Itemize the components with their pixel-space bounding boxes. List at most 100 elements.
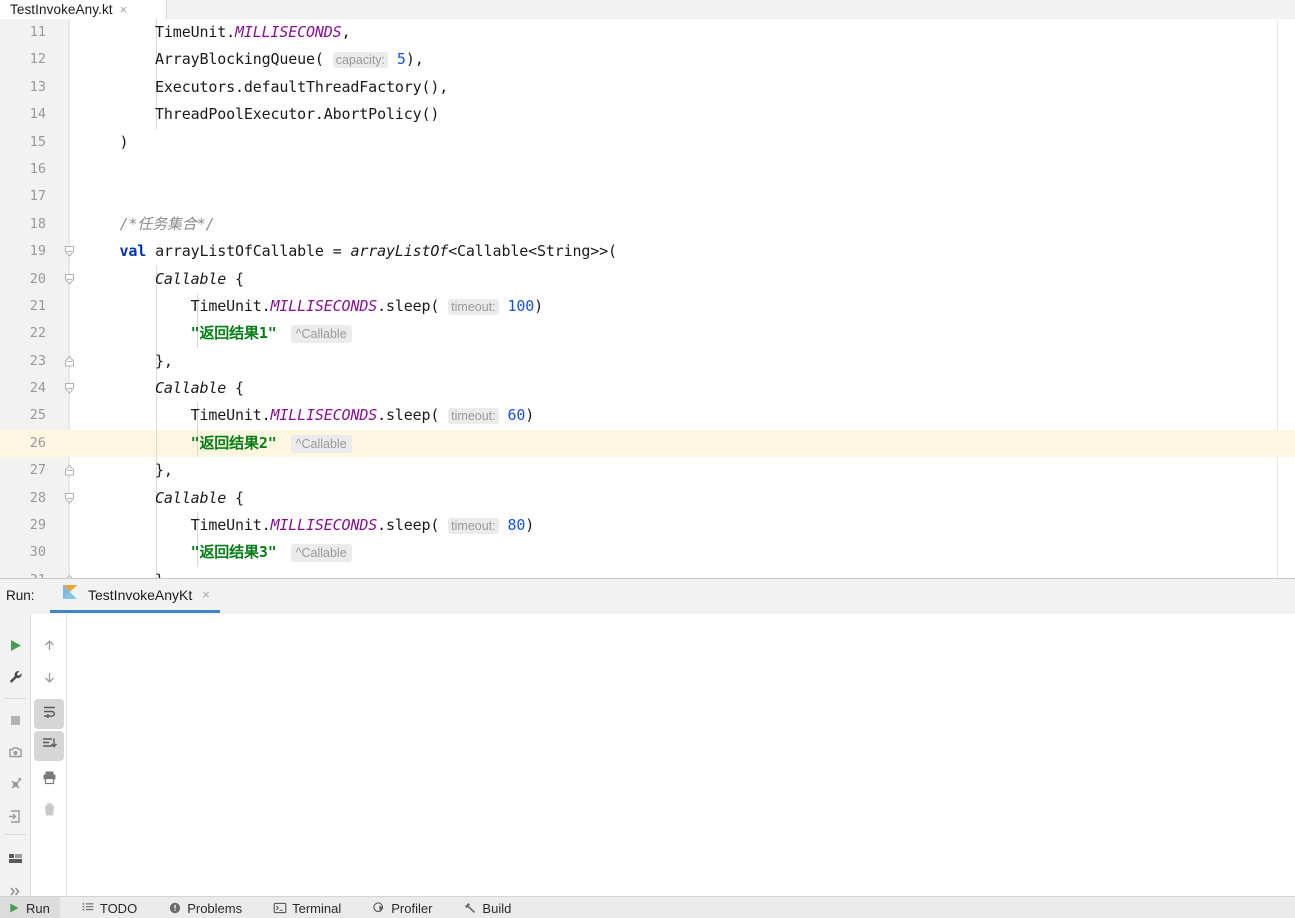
editor-line[interactable]: 21 TimeUnit.MILLISECONDS.sleep( timeout:…	[0, 292, 1295, 321]
parameter-hint: timeout:	[448, 518, 499, 535]
editor-line[interactable]: 17	[0, 183, 1295, 210]
status-bar-item-label: Terminal	[292, 900, 342, 916]
editor-line[interactable]: 28 Callable {	[0, 484, 1295, 513]
code-token: .sleep(	[377, 296, 440, 315]
code-token: )	[525, 516, 535, 535]
run-tab-testinvokeanykt[interactable]: TestInvokeAnyKt ×	[50, 579, 220, 613]
code-token: "返回结果2"	[190, 433, 277, 452]
line-number: 18	[29, 215, 46, 232]
line-content: },	[84, 457, 173, 484]
code-editor[interactable]: 11 TimeUnit.MILLISECONDS, 12 ArrayBlockin…	[0, 19, 1295, 578]
line-content: )	[84, 129, 129, 156]
print-button[interactable]	[34, 765, 64, 795]
editor-line[interactable]: 18 /*任务集合*/	[0, 211, 1295, 238]
status-bar-item-todo[interactable]: TODO	[74, 897, 147, 918]
rerun-button[interactable]	[0, 633, 30, 663]
editor-line[interactable]: 23 },	[0, 347, 1295, 376]
editor-line[interactable]: 19 val arrayListOfCallable = arrayListOf…	[0, 238, 1295, 265]
up-occurrence-button[interactable]	[34, 633, 64, 663]
lambda-return-hint: ^Callable	[290, 325, 352, 344]
close-icon[interactable]: ×	[120, 3, 128, 16]
fold-collapse-icon[interactable]	[63, 355, 76, 368]
code-token: {	[226, 269, 244, 288]
code-token: 100	[507, 296, 535, 315]
fold-expand-icon[interactable]	[63, 245, 76, 258]
code-token: TimeUnit.	[190, 296, 271, 315]
line-content: /*任务集合*/	[84, 211, 215, 238]
editor-line[interactable]: 14 ThreadPoolExecutor.AbortPolicy()	[0, 101, 1295, 129]
line-background	[68, 348, 1295, 375]
close-icon[interactable]: ×	[202, 587, 210, 602]
line-content: TimeUnit.MILLISECONDS.sleep( timeout: 60…	[84, 402, 534, 429]
status-bar-item-label: Problems	[187, 900, 243, 916]
layout-button[interactable]	[0, 846, 30, 876]
editor-tab-testinvokeany[interactable]: TestInvokeAny.kt ×	[0, 0, 167, 19]
status-bar-item-problems[interactable]: Problems	[161, 897, 252, 918]
status-bar-item-build[interactable]: Build	[456, 897, 521, 918]
line-content: },	[84, 348, 173, 375]
debug-attach-button[interactable]	[0, 772, 30, 802]
status-bar-item-terminal[interactable]: Terminal	[266, 897, 351, 918]
editor-line[interactable]: 15 )	[0, 129, 1295, 156]
code-token: TimeUnit.	[190, 516, 271, 535]
printer-icon	[41, 769, 58, 791]
line-number: 24	[29, 380, 46, 397]
list-icon	[81, 901, 95, 915]
editor-line[interactable]: 13 Executors.defaultThreadFactory(),	[0, 73, 1295, 102]
stop-button[interactable]	[0, 708, 30, 738]
code-token: TimeUnit.	[190, 406, 271, 425]
trash-icon	[41, 801, 58, 823]
editor-line[interactable]: 16	[0, 156, 1295, 183]
editor-line[interactable]: 24 Callable {	[0, 375, 1295, 403]
code-token: Callable	[155, 379, 227, 398]
editor-lines: 11 TimeUnit.MILLISECONDS, 12 ArrayBlockin…	[0, 19, 1295, 578]
fold-expand-icon[interactable]	[63, 492, 76, 505]
status-bar-item-label: Profiler	[391, 900, 433, 916]
scroll-to-end-button[interactable]	[34, 731, 64, 761]
screenshot-button[interactable]	[0, 740, 30, 770]
layout-grid-icon	[7, 850, 24, 872]
code-token: TimeUnit.	[155, 23, 235, 41]
code-token: MILLISECONDS	[270, 406, 378, 425]
line-number: 19	[29, 243, 46, 260]
status-bar-item-profiler[interactable]: Profiler	[365, 897, 442, 918]
editor-line[interactable]: 20 Callable {	[0, 265, 1295, 293]
editor-line[interactable]: 12 ArrayBlockingQueue( capacity: 5),	[0, 46, 1295, 74]
status-bar-item-run[interactable]: Run	[0, 897, 60, 918]
clear-all-button[interactable]	[34, 797, 64, 827]
editor-line[interactable]: 26 "返回结果2" ^Callable	[0, 429, 1295, 458]
code-token: <Callable<String>>(	[448, 242, 617, 261]
editor-line[interactable]: 25 TimeUnit.MILLISECONDS.sleep( timeout:…	[0, 402, 1295, 430]
line-background	[68, 266, 1295, 293]
status-bar-item-label: Build	[482, 900, 512, 916]
modify-run-configuration-button[interactable]	[0, 665, 30, 695]
warning-icon	[168, 901, 182, 915]
editor-line[interactable]: 29 TimeUnit.MILLISECONDS.sleep( timeout:…	[0, 512, 1295, 540]
down-occurrence-button[interactable]	[34, 665, 64, 695]
code-token: )	[525, 406, 535, 425]
run-console-output[interactable]	[68, 614, 1295, 897]
fold-expand-icon[interactable]	[63, 273, 76, 286]
line-number: 14	[29, 106, 46, 123]
bottom-tool-window-bar: Run TODO Problems Terminal Profiler Build	[0, 896, 1295, 918]
dump-threads-button[interactable]	[0, 804, 30, 834]
editor-line[interactable]: 30 "返回结果3" ^Callable	[0, 539, 1295, 567]
editor-line[interactable]: 31 },	[0, 566, 1295, 578]
editor-line[interactable]: 11 TimeUnit.MILLISECONDS,	[0, 19, 1295, 47]
fold-expand-icon[interactable]	[63, 382, 76, 395]
code-token: Executors.defaultThreadFactory(),	[155, 77, 449, 96]
editor-line[interactable]: 22 "返回结果1" ^Callable	[0, 320, 1295, 348]
line-number: 20	[29, 270, 46, 287]
editor-line[interactable]: 27 },	[0, 457, 1295, 485]
run-window-label: Run:	[6, 588, 35, 603]
line-background	[68, 485, 1295, 512]
soft-wrap-button[interactable]	[34, 699, 64, 729]
fold-collapse-icon[interactable]	[63, 464, 76, 477]
